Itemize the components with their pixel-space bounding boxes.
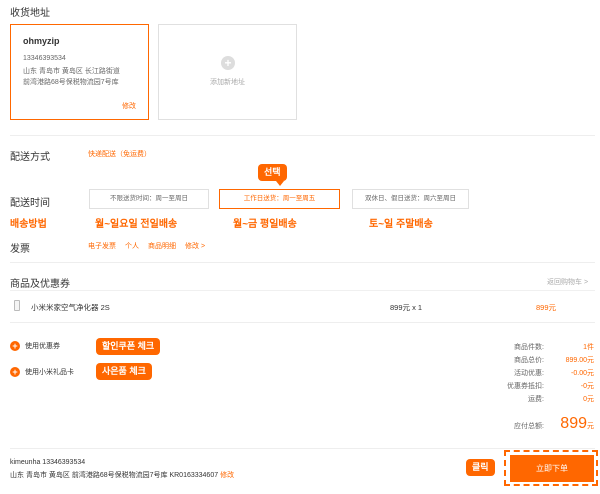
annotation-pointer <box>276 181 284 186</box>
use-gift-card-label: 使用小米礼品卡 <box>25 369 74 376</box>
invoice-edit-link[interactable]: 修改 > <box>185 241 205 251</box>
summary-row: 商品总价: 899.00元 <box>474 355 594 368</box>
delivery-option-weekend[interactable]: 双休日、假日送货：周六至周日 <box>352 189 469 209</box>
plus-icon: + <box>10 341 20 351</box>
annotation-select: 선택 <box>258 164 287 181</box>
address-phone: 13346393534 <box>23 55 66 62</box>
use-coupon-label: 使用优惠券 <box>25 343 60 350</box>
divider <box>10 262 595 263</box>
delivery-time-label: 配送时间 <box>10 198 50 209</box>
summary-label: 运费: <box>528 396 544 403</box>
order-summary: 商品件数: 1件 商品总价: 899.00元 活动优惠: -0.00元 优惠券抵… <box>474 342 594 433</box>
product-name[interactable]: 小米米家空气净化器 2S <box>31 302 110 313</box>
address-edit-link[interactable]: 修改 <box>122 101 136 111</box>
summary-row: 活动优惠: -0.00元 <box>474 368 594 381</box>
add-address-card[interactable]: + 添加新地址 <box>158 24 297 120</box>
plus-icon: + <box>10 367 20 377</box>
summary-row: 优惠券抵扣: -0元 <box>474 381 594 394</box>
annotation-gift-check: 사은품 체크 <box>96 363 152 380</box>
summary-row: 运费: 0元 <box>474 394 594 407</box>
product-price-qty: 899元 x 1 <box>390 303 423 312</box>
product-total: 899元 <box>536 303 557 312</box>
summary-total: 899元 <box>544 415 594 433</box>
invoice-details: 电子发票 个人 商品明细 修改 > <box>88 241 205 251</box>
summary-value: 0元 <box>583 396 594 403</box>
address-name: ohmyzip <box>23 36 60 46</box>
shipping-value: 快递配送（免运费） <box>88 151 151 158</box>
footer-address-text: 山东 青岛市 黄岛区 前湾港路68号保税物流园7号库 KR0163334607 <box>10 472 219 479</box>
summary-label: 优惠券抵扣: <box>507 383 544 390</box>
summary-label: 活动优惠: <box>514 370 544 377</box>
footer-address: 山东 青岛市 黄岛区 前湾港路68号保税物流园7号库 KR0163334607 … <box>10 470 234 480</box>
summary-value: -0.00元 <box>571 370 594 377</box>
summary-total-value: 899 <box>560 415 587 432</box>
address-line1: 山东 青岛市 黄岛区 长江路街道 <box>23 68 120 75</box>
divider <box>10 322 595 323</box>
product-thumbnail[interactable] <box>14 300 20 311</box>
use-coupon-option[interactable]: + 使用优惠券 <box>10 341 60 351</box>
plus-icon: + <box>221 56 235 70</box>
products-title: 商品及优惠券 <box>10 279 70 290</box>
divider <box>10 290 595 291</box>
address-line2: 前湾港路68号保税物流园7号库 <box>23 79 119 86</box>
summary-total-label: 应付总额: <box>514 423 544 430</box>
add-address-label: 添加新地址 <box>210 79 245 86</box>
summary-row: 商品件数: 1件 <box>474 342 594 355</box>
divider <box>10 135 595 136</box>
invoice-type: 电子发票 <box>88 243 116 250</box>
delivery-option-anytime[interactable]: 不限送货时间：周一至周日 <box>89 189 209 209</box>
back-to-cart-link[interactable]: 返回购物车 > <box>547 277 588 287</box>
summary-label: 商品总价: <box>514 357 544 364</box>
summary-value: 1件 <box>583 344 594 351</box>
use-gift-card-option[interactable]: + 使用小米礼品卡 <box>10 367 74 377</box>
divider <box>10 448 595 449</box>
summary-value: 899.00元 <box>565 357 594 364</box>
invoice-label: 发票 <box>10 244 30 255</box>
annotation-opt1: 월~일요일 전일배송 <box>95 219 178 230</box>
summary-total-unit: 元 <box>587 423 594 430</box>
footer-name-phone: kimeunha 13346393534 <box>10 459 86 466</box>
summary-total-row: 应付总额: 899元 <box>474 415 594 433</box>
annotation-opt3: 토~일 주말배송 <box>369 219 433 230</box>
annotation-opt2: 월~금 평일배송 <box>233 219 297 230</box>
summary-value: -0元 <box>580 383 594 390</box>
submit-order-button[interactable]: 立即下单 <box>510 455 594 482</box>
address-card-selected[interactable]: ohmyzip 13346393534 山东 青岛市 黄岛区 长江路街道 前湾港… <box>10 24 149 120</box>
summary-label: 商品件数: <box>514 344 544 351</box>
annotation-method: 배송방법 <box>10 219 47 230</box>
annotation-coupon-check: 할인쿠폰 체크 <box>96 338 161 355</box>
invoice-content: 商品明细 <box>148 243 176 250</box>
delivery-option-weekday[interactable]: 工作日送货：周一至周五 <box>219 189 340 209</box>
annotation-click: 클릭 <box>466 459 495 476</box>
shipping-label: 配送方式 <box>10 152 50 163</box>
invoice-title: 个人 <box>125 243 139 250</box>
footer-edit-link[interactable]: 修改 <box>220 472 234 479</box>
address-section-title: 收货地址 <box>10 8 50 19</box>
